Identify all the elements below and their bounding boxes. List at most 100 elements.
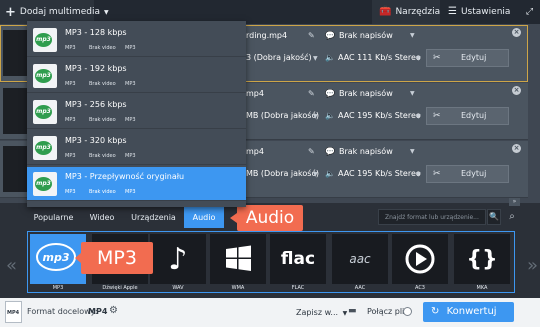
- preset-dropdown: mp3 MP3 - 128 kbps MP3 Brak video MP3 mp…: [27, 21, 246, 207]
- file-name: mp4: [246, 147, 264, 156]
- play-circle-icon: [405, 244, 435, 274]
- preset-audio: MP3: [125, 45, 136, 51]
- chevron-down-icon[interactable]: ▼: [313, 113, 318, 120]
- pencil-icon[interactable]: ✎: [308, 31, 315, 40]
- format-tile-wma[interactable]: [210, 234, 266, 284]
- audio-callout: Audio: [230, 205, 303, 231]
- format-tile-ac3[interactable]: [392, 234, 448, 284]
- chevron-down-icon[interactable]: ▼: [416, 113, 421, 120]
- gear-icon[interactable]: ⚙: [109, 305, 118, 316]
- windows-icon: [226, 245, 251, 271]
- folder-icon[interactable]: ▬: [348, 306, 357, 316]
- callout-arrow: [230, 213, 237, 223]
- preset-title: MP3 - 256 kbps: [65, 100, 127, 109]
- mp3-callout-label: MP3: [97, 247, 137, 269]
- pencil-icon[interactable]: ✎: [308, 147, 315, 156]
- preset-item[interactable]: mp3 MP3 - Przepływność oryginału MP3 Bra…: [27, 167, 246, 201]
- close-icon[interactable]: ×: [512, 28, 521, 37]
- preset-format: MP3: [65, 45, 76, 51]
- speaker-icon: 🔈: [325, 169, 335, 178]
- preset-item[interactable]: mp3 MP3 - 320 kbps MP3 Brak video MP3: [27, 131, 246, 165]
- tools-button[interactable]: 🧰 Narzędzia: [372, 0, 440, 24]
- collapse-icon[interactable]: »: [509, 198, 520, 206]
- scroll-left-icon[interactable]: «: [6, 255, 17, 276]
- preset-audio: MP3: [125, 81, 136, 87]
- format-label: WAV: [172, 285, 184, 291]
- format-tile-mka[interactable]: {}: [454, 234, 510, 284]
- pencil-icon[interactable]: ✎: [308, 89, 315, 98]
- format-search-input[interactable]: Znajdź format lub urządzenie...: [378, 209, 486, 225]
- convert-label: Konwertuj: [446, 306, 497, 317]
- chevron-down-icon[interactable]: ▼: [416, 171, 421, 178]
- settings-button[interactable]: ☰ Ustawienia: [441, 0, 519, 24]
- output-format-value[interactable]: MP4: [88, 307, 107, 316]
- tab-video[interactable]: Wideo: [80, 206, 124, 228]
- edit-button[interactable]: ✂ Edytuj: [426, 165, 509, 183]
- format-label: WMA: [231, 285, 245, 291]
- chevron-down-icon[interactable]: ▼: [313, 55, 318, 62]
- chevron-down-icon[interactable]: ▼: [416, 55, 421, 62]
- scroll-right-icon[interactable]: »: [527, 255, 538, 276]
- format-label: AC3: [414, 285, 425, 291]
- mp3-file-icon: mp3: [33, 100, 57, 124]
- tab-devices[interactable]: Urządzenia: [124, 206, 183, 228]
- edit-button[interactable]: ✂ Edytuj: [426, 107, 509, 125]
- preset-format: MP3: [65, 117, 76, 123]
- chevron-down-icon[interactable]: ▼: [410, 148, 415, 155]
- mp3-file-icon: mp3: [33, 64, 57, 88]
- audio-track-select[interactable]: AAC 195 Kb/s Stereo: [338, 111, 421, 120]
- video-thumbnail: [3, 30, 27, 76]
- subtitle-icon: 💬: [325, 31, 335, 40]
- output-size[interactable]: 3 (Dobra jakość): [246, 53, 312, 62]
- audio-track-select[interactable]: AAC 195 Kb/s Stereo: [338, 169, 421, 178]
- chevron-down-icon[interactable]: ▼: [313, 171, 318, 178]
- chevron-down-icon[interactable]: ▼: [410, 32, 415, 39]
- output-size[interactable]: MB (Dobra jakość): [246, 111, 319, 120]
- convert-button[interactable]: ↻ Konwertuj: [423, 302, 514, 322]
- preset-video: Brak video: [89, 153, 116, 159]
- file-icon-text: MP4: [7, 310, 20, 316]
- mp3-file-icon: mp3: [33, 28, 57, 52]
- flac-icon: flac: [280, 249, 316, 269]
- device-search-icon[interactable]: ⌕: [505, 209, 519, 225]
- edit-label: Edytuj: [461, 111, 487, 120]
- chevron-down-icon[interactable]: ▼: [410, 90, 415, 97]
- tools-label: Narzędzia: [395, 7, 441, 17]
- subtitle-icon: 💬: [325, 89, 335, 98]
- preset-item[interactable]: mp3 MP3 - 128 kbps MP3 Brak video MP3: [27, 23, 246, 57]
- tab-audio[interactable]: Audio: [184, 206, 224, 228]
- format-tile-aac[interactable]: aac: [332, 234, 388, 284]
- subtitle-select[interactable]: Brak napisów: [339, 31, 393, 40]
- edit-button[interactable]: ✂ Edytuj: [426, 49, 509, 67]
- format-tile-flac[interactable]: flac: [270, 234, 326, 284]
- format-label: AAC: [354, 285, 366, 291]
- preset-item[interactable]: mp3 MP3 - 192 kbps MP3 Brak video MP3: [27, 59, 246, 93]
- expand-icon[interactable]: ⤢: [519, 0, 540, 24]
- preset-video: Brak video: [89, 81, 116, 87]
- close-icon[interactable]: ×: [512, 86, 521, 95]
- mka-braces-icon: {}: [466, 246, 498, 272]
- audio-track-select[interactable]: AAC 111 Kb/s Stereo: [338, 53, 421, 62]
- join-files-toggle[interactable]: [403, 307, 412, 316]
- format-label: Dźwięki Apple: [102, 285, 138, 291]
- file-name: rding.mp4: [246, 31, 288, 40]
- video-thumbnail: [3, 88, 27, 134]
- audio-callout-label: Audio: [245, 208, 295, 228]
- subtitle-select[interactable]: Brak napisów: [339, 89, 393, 98]
- close-icon[interactable]: ×: [512, 144, 521, 153]
- file-name: mp4: [246, 89, 264, 98]
- preset-format: MP3: [65, 81, 76, 87]
- refresh-icon: ↻: [431, 306, 440, 317]
- preset-item[interactable]: mp3 MP3 - 256 kbps MP3 Brak video MP3: [27, 95, 246, 129]
- music-note-icon: ♪: [168, 241, 188, 277]
- save-to-button[interactable]: Zapisz w... ▼: [287, 304, 347, 321]
- subtitle-select[interactable]: Brak napisów: [339, 147, 393, 156]
- format-tile-wav[interactable]: ♪: [150, 234, 206, 284]
- preset-title: MP3 - Przepływność oryginału: [65, 172, 185, 181]
- search-icon[interactable]: 🔍: [487, 209, 501, 225]
- tab-popular[interactable]: Popularne: [27, 206, 80, 228]
- mp3-callout: MP3: [75, 242, 153, 274]
- scissors-icon: ✂: [433, 169, 441, 179]
- edit-label: Edytuj: [461, 53, 487, 62]
- output-size[interactable]: MB (Dobra jakość): [246, 169, 319, 178]
